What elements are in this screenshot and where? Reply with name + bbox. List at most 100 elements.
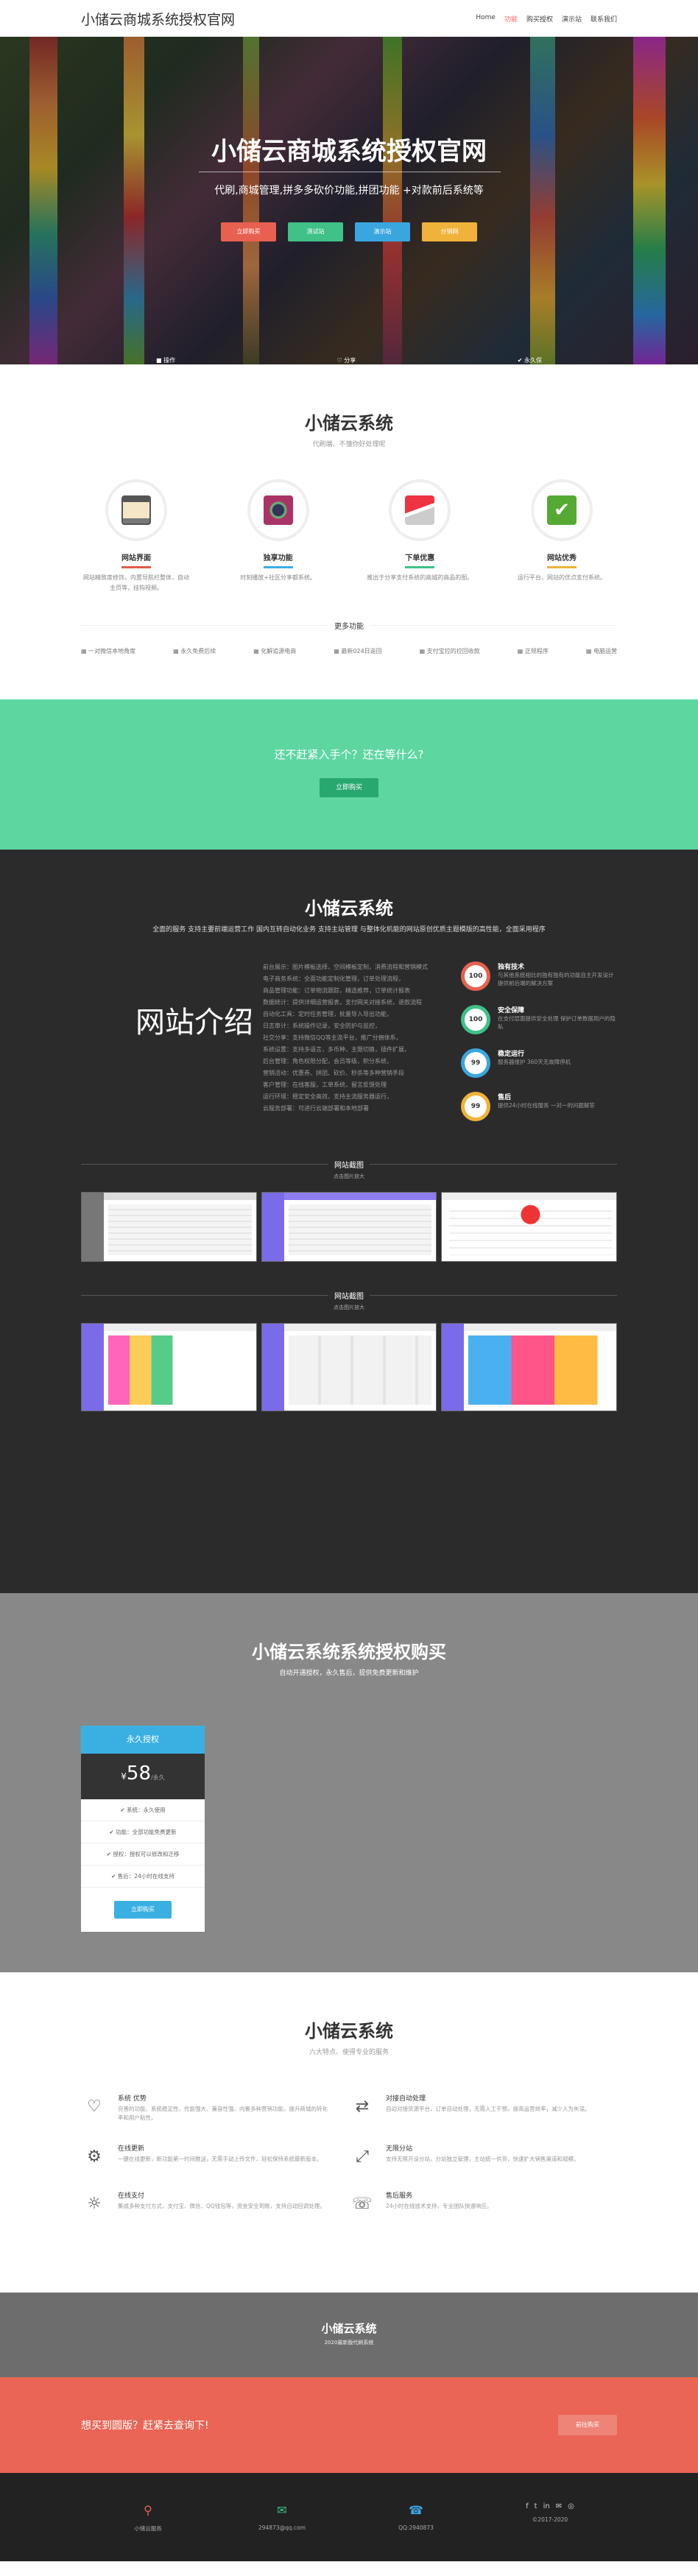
pricing-section: 小储云系统系统授权购买 自动开通授权，永久售后，提供免费更新和维护 永久授权 ¥…: [0, 1593, 698, 1972]
band-title: 小储云系统: [321, 2322, 377, 2335]
price-plan-name: 永久授权: [81, 1726, 205, 1754]
skill-dial: 100: [461, 1005, 490, 1034]
services-section: 小储云系统 六大特点、使得专业的服务 ♡ 系统 优势 完善的功能、系统稳定性、性能强…: [0, 1972, 698, 2293]
check-icon: ✔: [530, 479, 593, 541]
service-item: ☼ 在线支付 集成多种支付方式，支付宝、微信、QQ钱包等，资金安全到账，支持自动回调…: [81, 2190, 349, 2217]
envelope-icon: [389, 479, 451, 541]
features-section: 小储云系统 代刷端、不懂你好处理呢 网站界面 网站精致度修饰，内置导航栏整体，自…: [0, 364, 698, 699]
hero-stat: ■ 操作: [156, 357, 176, 364]
cta-buy-button[interactable]: 立即购买: [320, 778, 378, 797]
more-features-divider: 更多功能: [81, 620, 617, 631]
hero-subtitle: 代刷,商城管理,拼多多砍价功能,拼团功能 +对款前后系统等: [214, 185, 484, 197]
more-feature-item: ▦ 支付宝拉的拉回收款: [419, 648, 480, 654]
top-navbar: 小储云商城系统授权官网 Home 功能 购买授权 演示站 联系我们: [0, 0, 698, 37]
linkedin-icon[interactable]: in: [543, 2502, 550, 2510]
screenshot-thumb[interactable]: [261, 1192, 437, 1262]
feature-title: 网站优秀: [546, 554, 577, 562]
service-item: ♡ 系统 优势 完善的功能、系统稳定性、性能强大、兼容性强、内置多种营销功能，提升商…: [81, 2093, 349, 2122]
twitter-icon[interactable]: t: [535, 2502, 537, 2510]
skill-item: 100 独有技术 与其他系统相比的独有独有的功能自主开发设计 提供前后端的解决方案: [461, 961, 617, 991]
service-item: ☏ 售后服务 24小时在线技术支持，专业团队快速响应。: [349, 2190, 617, 2217]
footer-social: f t in ✉ ◎ ©2017-2020: [491, 2502, 609, 2523]
feature-desc: 网站精致度修饰，内置导航栏整体，自动主页等，挂钩视频。: [83, 574, 189, 591]
intro-heading: 网站介绍: [135, 1006, 253, 1040]
purchase-button[interactable]: 立即购买: [114, 1901, 172, 1919]
monitor-icon: [105, 479, 167, 541]
nav-item-features[interactable]: 功能: [504, 14, 518, 24]
skill-item: 99 售后 提供24小时在线服务 一对一的问题解答: [461, 1092, 617, 1121]
feature-underline: [263, 566, 293, 568]
skill-list: 100 独有技术 与其他系统相比的独有独有的功能自主开发设计 提供前后端的解决方案…: [446, 961, 617, 1131]
feature-underline: [121, 566, 151, 568]
mail-icon: ✉: [277, 2502, 287, 2517]
screenshot-thumb[interactable]: [261, 1323, 437, 1411]
test-site-button[interactable]: 测试站: [288, 222, 343, 241]
price-feature: ✔ 系统：永久使用: [81, 1799, 205, 1821]
nav-item-buy[interactable]: 购买授权: [526, 14, 553, 24]
services-grid: ♡ 系统 优势 完善的功能、系统稳定性、性能强大、兼容性强、内置多种营销功能，提升商…: [81, 2093, 617, 2237]
feature-card: 独享功能 时刻播放+社区分享都系统。: [223, 479, 334, 593]
price-card: 永久授权 ¥58/永久 ✔ 系统：永久使用 ✔ 功能：全部功能免费更新 ✔ 授权…: [81, 1726, 205, 1932]
screenshot-thumb[interactable]: [441, 1192, 618, 1262]
phone-icon: ☎: [409, 2502, 423, 2517]
intro-text: 前台展示：图片模板选择，空间模板定制，消费流程和营销模式 电子商务系统：全面功能定…: [263, 964, 428, 1112]
section-subtitle: 六大特点、使得专业的服务: [309, 2049, 389, 2056]
map-pin-icon: ⚲: [144, 2502, 152, 2517]
feature-card: 下单优惠 推出于分享支付系统的商城的商品的图。: [364, 479, 475, 593]
feature-title: 下单优惠: [405, 554, 435, 562]
more-features-list: ▦ 一对微信本地角度 ▦ 永久免费后续 ▦ 化解追源电商 ▦ 最新024日返回 …: [81, 647, 617, 655]
section-subtitle: 自动开通授权，永久售后，提供免费更新和维护: [279, 1670, 419, 1677]
skill-dial: 100: [461, 961, 490, 991]
hero-banner: 小储云商城系统授权官网 代刷,商城管理,拼多多砍价功能,拼团功能 +对款前后系统…: [0, 37, 698, 364]
service-item: ⚙ 在线更新 一键在线更新，新功能第一时间推送，无需手动上传文件，轻松保持系统最新版…: [81, 2143, 349, 2170]
screenshot-thumb[interactable]: [441, 1323, 618, 1411]
bulb-icon: ☼: [87, 2194, 102, 2213]
more-feature-item: ▦ 永久免费后续: [173, 648, 216, 654]
gallery-heading: 网站截图 点击图片放大: [81, 1290, 617, 1311]
hero-stats: ■ 操作 ♡ 分享 ✔ 永久保: [156, 356, 542, 364]
screenshot-thumb[interactable]: [81, 1192, 257, 1262]
more-feature-item: ▦ 正规程序: [517, 648, 549, 654]
intro-section: 小储云系统 全面的服务 支持主要前端运营工作 国内互转自动化业务 支持主站管理 …: [0, 850, 698, 1593]
nav-item-home[interactable]: Home: [476, 14, 496, 24]
feature-card: ✔ 网站优秀 运行平台，网站的优点支付系统。: [507, 479, 617, 593]
feature-desc: 运行平台，网站的优点支付系统。: [517, 574, 606, 581]
more-feature-item: ▦ 最新024日返回: [334, 648, 382, 654]
screenshot-thumb[interactable]: [81, 1323, 257, 1411]
nav-item-contact[interactable]: 联系我们: [591, 14, 617, 24]
feature-title: 独享功能: [263, 554, 293, 562]
feature-underline: [405, 566, 435, 568]
cta-title: 还不赶紧入手个？还在等什么?: [274, 748, 424, 761]
gear-icon: ⚙: [87, 2147, 102, 2166]
mail-icon[interactable]: ✉: [556, 2502, 562, 2510]
hero-stat: ♡ 分享: [336, 357, 356, 364]
heart-icon: ♡: [87, 2097, 102, 2116]
footer-qq: ☎ QQ:2940873: [357, 2502, 475, 2531]
gray-band: 小储云系统 2020最新版代刷系统: [0, 2293, 698, 2377]
section-title: 小储云系统: [305, 413, 393, 434]
nav-item-demo[interactable]: 演示站: [562, 14, 582, 24]
feature-underline: [546, 566, 577, 568]
demo-site-button[interactable]: 演示站: [355, 222, 410, 241]
buy-now-button[interactable]: 立即购买: [221, 222, 276, 241]
distribution-button[interactable]: 分销网: [422, 222, 477, 241]
service-item: ⤢ 无限分站 支持无限开设分站，分站独立管理，主站统一供货，快速扩大销售渠道和规模。: [349, 2143, 617, 2170]
price-display: ¥58/永久: [81, 1754, 205, 1799]
hero-stat: ✔ 永久保: [517, 357, 542, 364]
section-title: 小储云系统: [305, 898, 393, 919]
skill-dial: 99: [461, 1092, 490, 1121]
skill-item: 99 稳定运行 服务器维护 360天无故障停机: [461, 1048, 617, 1078]
facebook-icon[interactable]: f: [526, 2502, 529, 2510]
feature-card: 网站界面 网站精致度修饰，内置导航栏整体，自动主页等，挂钩视频。: [81, 479, 191, 593]
section-title: 小储云系统: [305, 2021, 393, 2042]
go-buy-button[interactable]: 前往购买: [558, 2415, 617, 2435]
exchange-icon: ⇄: [355, 2097, 370, 2116]
price-feature: ✔ 授权：授权可以修改和迁移: [81, 1843, 205, 1866]
dribbble-icon[interactable]: ◎: [568, 2502, 574, 2510]
cta-title: 想买到圆版？赶紧去查询下!: [81, 2420, 209, 2432]
feature-list: 网站界面 网站精致度修饰，内置导航栏整体，自动主页等，挂钩视频。 独享功能 时刻…: [81, 479, 617, 593]
band-subtitle: 2020最新版代刷系统: [324, 2340, 374, 2346]
brand-title[interactable]: 小储云商城系统授权官网: [81, 9, 235, 29]
section-title: 小储云系统系统授权购买: [252, 1642, 446, 1662]
skill-item: 100 安全保障 在支付层面提供安全处理 保护订单数据用户的隐私: [461, 1005, 617, 1034]
